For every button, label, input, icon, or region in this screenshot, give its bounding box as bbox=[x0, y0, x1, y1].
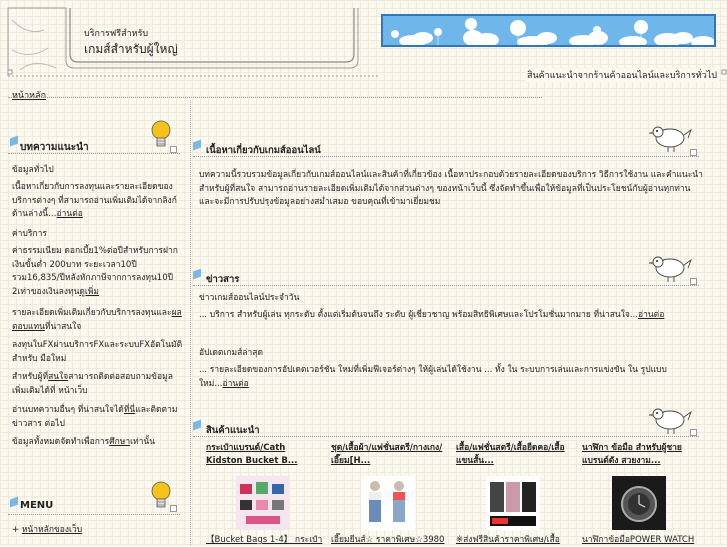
news-item-text: ... บริการ สำหรับผู้เล่น ทุกระดับ ตั้งแต… bbox=[199, 310, 665, 320]
sidebar-paragraph: อ่านบทความอื่นๆ ที่น่าสนใจได้ที่นี่และติ… bbox=[12, 405, 178, 429]
corner-square-icon bbox=[170, 146, 177, 153]
divider bbox=[8, 153, 180, 154]
inline-link[interactable]: ศึกษา bbox=[109, 437, 130, 447]
read-more-link[interactable]: อ่านต่อ bbox=[57, 209, 83, 219]
news-item-title[interactable]: ข่าวเกมส์ออนไลน์ประจำวัน bbox=[199, 292, 299, 306]
product-title[interactable]: นาฬิกา ข้อมือ สำหรับผู้ชาย แบรนด์ดัง สวย… bbox=[582, 442, 700, 468]
bullet-icon: + bbox=[12, 525, 22, 535]
menu-item[interactable]: + หน้าหลักของเว็บ bbox=[12, 524, 82, 538]
product-card[interactable]: เสื้อ/แฟชั่นสตรี/เสื้อยืดคอ/เสื้อแขนสั้น… bbox=[456, 442, 574, 545]
product-image[interactable] bbox=[486, 476, 540, 530]
site-tagline: สินค้าแนะนำจากร้านค้าออนไลน์และบริการทั่… bbox=[524, 68, 719, 82]
sidebar-paragraph: รายละเอียดเพิ่มเติมเกี่ยวกับบริการลงทุนแ… bbox=[12, 308, 182, 332]
product-title[interactable]: ชุด/เสื้อผ้า/แฟชั่นสตรี/กางเกง/เอี๊ยม[H.… bbox=[331, 442, 449, 468]
product-image[interactable] bbox=[236, 476, 290, 530]
product-caption[interactable]: เอี๊ยมยีนส์☆ ราคาพิเศษ☆3980 bbox=[331, 534, 456, 547]
product-title[interactable]: เสื้อ/แฟชั่นสตรี/เสื้อยืดคอ/เสื้อแขนสั้น… bbox=[456, 442, 574, 468]
product-image[interactable] bbox=[361, 476, 415, 530]
clouds-balloons-icon bbox=[391, 18, 714, 45]
product-caption[interactable]: ※ส่งฟรีสินค้าราคาพิเศษ/เสื้อ bbox=[456, 534, 581, 547]
column-divider bbox=[190, 100, 191, 545]
corner-square-icon bbox=[690, 278, 697, 285]
divider bbox=[193, 156, 699, 157]
intro-text: บทความนี้รวบรวมข้อมูลเกี่ยวกับเกมส์ออนไล… bbox=[199, 170, 703, 207]
sidebar-paragraph: ข้อมูลทั้งหมดจัดทำเพื่อการศึกษาเท่านั้น bbox=[12, 437, 156, 447]
divider bbox=[8, 514, 180, 515]
pennant-icon bbox=[10, 496, 18, 508]
read-more-link[interactable]: อ่านต่อ bbox=[222, 379, 248, 389]
bird-icon bbox=[648, 256, 692, 282]
divider bbox=[8, 97, 542, 98]
corner-square-icon bbox=[170, 505, 177, 512]
pennant-icon bbox=[193, 419, 201, 431]
news-item-text: ... รายละเอียดของการอัปเดตเวอร์ชัน ใหม่ท… bbox=[199, 365, 667, 389]
product-image[interactable] bbox=[612, 476, 666, 530]
more-link[interactable]: ดูเพิ่ม bbox=[79, 287, 99, 297]
news-item-title[interactable]: อัปเดตเกมส์ล่าสุด bbox=[199, 347, 263, 361]
sidebar-paragraph-text: เนื้อหาเกี่ยวกับการลงทุนและรายละเอียดของ… bbox=[12, 182, 177, 219]
product-card[interactable]: นาฬิกา ข้อมือ สำหรับผู้ชาย แบรนด์ดัง สวย… bbox=[582, 442, 700, 545]
corner-square-icon bbox=[690, 149, 697, 156]
pennant-icon bbox=[193, 139, 201, 151]
sidebar-subheading: ข้อมูลทั่วไป bbox=[12, 165, 54, 175]
sidebar-subheading: ค่าบริการ bbox=[12, 229, 47, 239]
site-subtitle: บริการฟรีสำหรับ bbox=[84, 29, 149, 39]
sidebar-paragraph: เนื้อหาเกี่ยวกับการลงทุนและรายละเอียดของ… bbox=[12, 182, 177, 219]
product-title[interactable]: กระเป๋าแบรนด์/Cath Kidston Bucket B... bbox=[206, 442, 324, 468]
product-caption[interactable]: 【Bucket Bags 1-4】 กระเป๋า bbox=[206, 534, 331, 547]
sidebar-paragraph: สำหรับผู้ที่สนใจสามารถติดต่อสอบถามข้อมูล… bbox=[12, 372, 173, 396]
sky-banner bbox=[381, 14, 716, 47]
home-link[interactable]: หน้าหลัก bbox=[12, 88, 46, 102]
product-card[interactable]: ชุด/เสื้อผ้า/แฟชั่นสตรี/กางเกง/เอี๊ยม[H.… bbox=[331, 442, 449, 545]
inline-link[interactable]: ที่นี่ bbox=[124, 405, 135, 415]
corner-square-icon bbox=[690, 429, 697, 436]
read-more-link[interactable]: อ่านต่อ bbox=[638, 310, 664, 320]
bird-icon bbox=[648, 126, 692, 152]
site-title[interactable]: เกมส์สำหรับผู้ใหญ่ bbox=[84, 40, 178, 59]
divider bbox=[193, 436, 699, 437]
sidebar-paragraph: ค่าธรรมเนียม ดอกเบี้ย1%ต่อปีสำหรับการฝาก… bbox=[12, 245, 184, 299]
pennant-icon bbox=[193, 268, 201, 280]
menu-title: MENU bbox=[20, 500, 54, 511]
page: บริการฟรีสำหรับ เกมส์สำหรับผู้ใหญ่ สินค้… bbox=[0, 0, 727, 545]
pennant-icon bbox=[10, 135, 18, 147]
inline-link[interactable]: สนใจ bbox=[48, 372, 68, 382]
menu-item-label[interactable]: หน้าหลักของเว็บ bbox=[22, 525, 82, 535]
bird-icon bbox=[648, 408, 692, 434]
product-caption[interactable]: นาฬิกาข้อมือPOWER WATCH bbox=[582, 534, 707, 547]
divider bbox=[193, 285, 699, 286]
product-card[interactable]: กระเป๋าแบรนด์/Cath Kidston Bucket B... 【… bbox=[206, 442, 324, 545]
sidebar-paragraph: ลงทุนในFXผ่านบริการFXและระบบFXอัตโนมัติส… bbox=[12, 340, 183, 364]
